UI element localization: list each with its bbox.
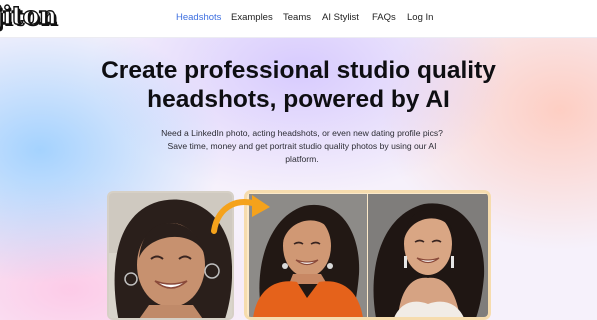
nav-log-in[interactable]: Log In	[407, 12, 433, 23]
hero-subtitle-line-1: Need a LinkedIn photo, acting headshots,…	[161, 128, 443, 138]
top-navbar: jiton Headshots Examples Teams AI Stylis…	[0, 0, 597, 38]
hero-title-line-2: headshots, powered by AI	[147, 86, 450, 113]
hero-subtitle-line-3: platform.	[285, 154, 319, 164]
hero-subtitle-line-2: Save time, money and get portrait studio…	[167, 141, 437, 151]
hero-subtitle: Need a LinkedIn photo, acting headshots,…	[152, 127, 452, 166]
nav-faqs[interactable]: FAQs	[372, 12, 396, 23]
nav-teams[interactable]: Teams	[283, 12, 311, 23]
curved-arrow-icon	[211, 195, 270, 234]
nav-examples[interactable]: Examples	[231, 12, 273, 23]
hero-title-line-1: Create professional studio quality	[101, 57, 496, 84]
nav-ai-stylist[interactable]: AI Stylist	[322, 12, 359, 23]
hero-title: Create professional studio quality heads…	[0, 56, 597, 114]
after-headshot-white-photo	[368, 194, 488, 317]
nav-headshots[interactable]: Headshots	[176, 12, 221, 23]
after-photos-card	[244, 190, 491, 320]
brand-logo[interactable]: jiton	[0, 0, 58, 32]
